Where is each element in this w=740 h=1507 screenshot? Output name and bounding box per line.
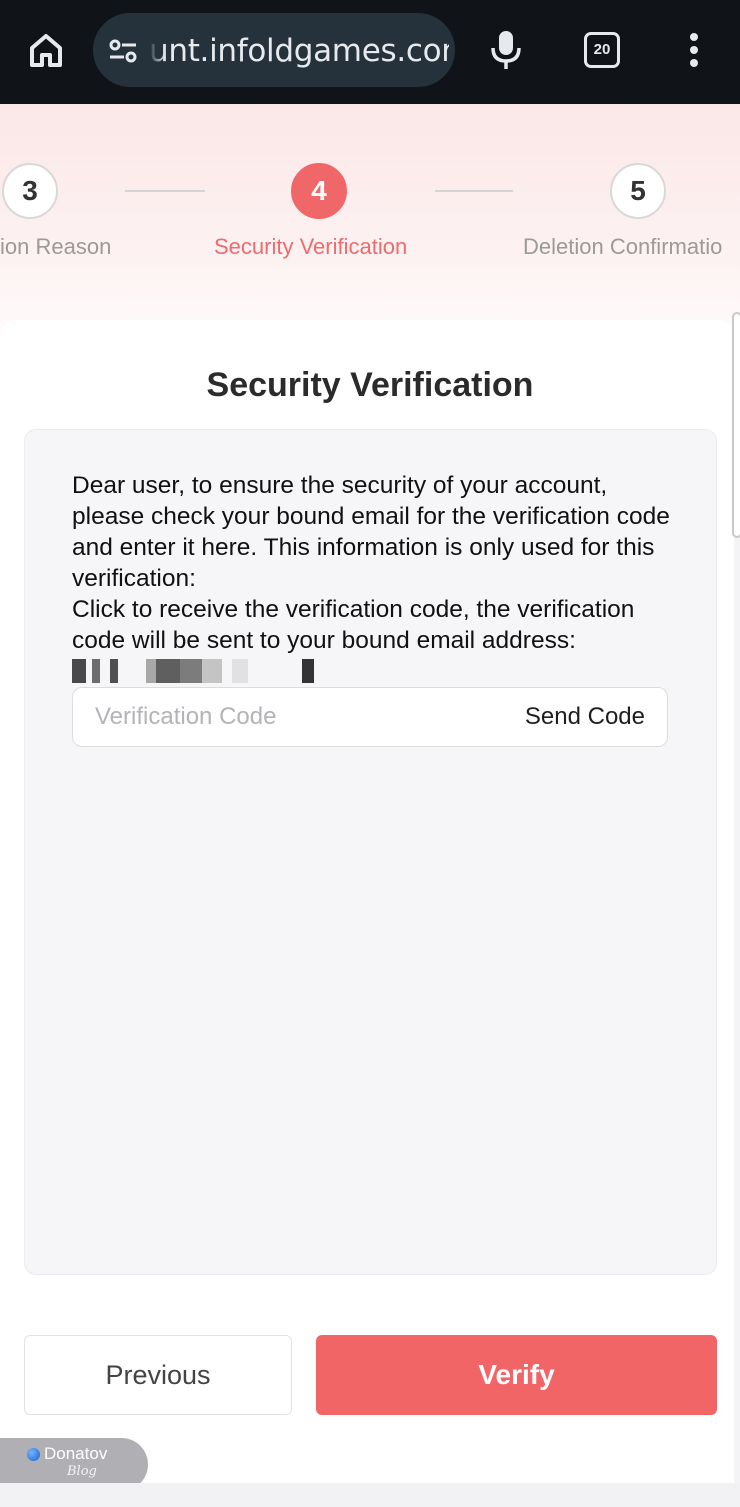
mic-icon[interactable]: [486, 28, 526, 72]
verification-code-field: Send Code: [72, 687, 668, 747]
watermark-sub: Blog: [67, 1464, 97, 1479]
tab-switcher-icon[interactable]: 20: [584, 32, 620, 68]
previous-button[interactable]: Previous: [24, 1335, 292, 1415]
step-connector: [435, 190, 513, 192]
send-code-button[interactable]: Send Code: [525, 702, 645, 732]
more-vert-icon[interactable]: [680, 30, 708, 72]
url-text[interactable]: unt.infoldgames.com: [149, 31, 449, 71]
step-3-label: ion Reason: [0, 234, 112, 259]
step-connector: [125, 190, 205, 192]
step-4-label: Security Verification: [214, 234, 408, 259]
step-5-circle: 5: [610, 163, 666, 219]
page-title: Security Verification: [206, 366, 534, 404]
site-settings-icon[interactable]: [108, 38, 138, 64]
watermark-logo-icon: [27, 1448, 40, 1461]
step-3-circle: 3: [2, 163, 58, 219]
verification-code-input[interactable]: [73, 688, 503, 746]
message-paragraph-2: Click to receive the verification code, …: [72, 596, 635, 654]
url-fade: [149, 13, 165, 87]
verification-message: Dear user, to ensure the security of you…: [72, 470, 682, 687]
bottom-strip: [0, 1483, 740, 1507]
scrollbar-thumb[interactable]: [732, 312, 740, 538]
browser-toolbar: unt.infoldgames.com 20: [0, 0, 740, 104]
message-paragraph-1: Dear user, to ensure the security of you…: [72, 472, 670, 592]
address-bar[interactable]: unt.infoldgames.com: [93, 13, 455, 87]
verify-button[interactable]: Verify: [316, 1335, 717, 1415]
step-5-label: Deletion Confirmatio: [523, 234, 723, 259]
home-icon[interactable]: [24, 28, 68, 72]
watermark-name: Donatov: [44, 1444, 108, 1463]
step-4-circle: 4: [291, 163, 347, 219]
masked-email: [72, 659, 322, 683]
